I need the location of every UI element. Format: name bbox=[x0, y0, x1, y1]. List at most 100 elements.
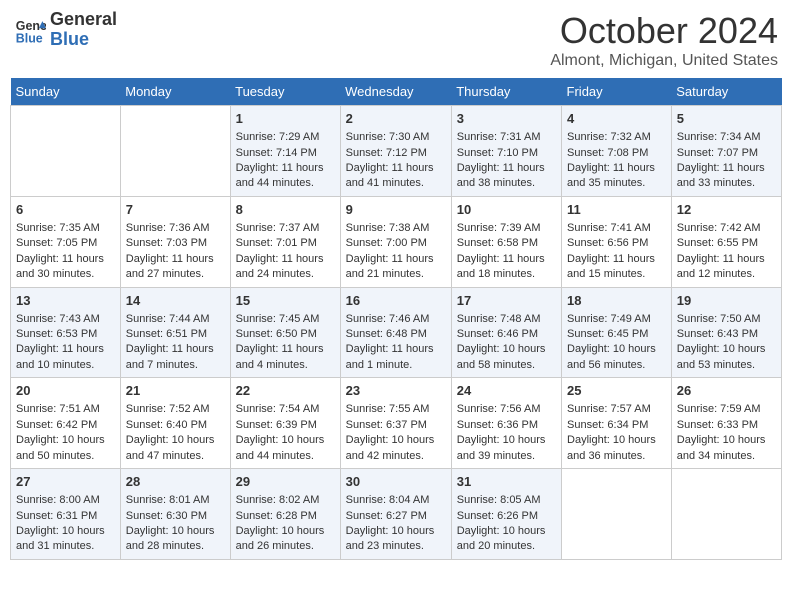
week-row-2: 6Sunrise: 7:35 AMSunset: 7:05 PMDaylight… bbox=[11, 196, 782, 287]
sunset-time: Sunset: 6:36 PM bbox=[457, 419, 538, 431]
sunset-time: Sunset: 6:26 PM bbox=[457, 510, 538, 522]
sunset-time: Sunset: 6:46 PM bbox=[457, 328, 538, 340]
daylight-hours: Daylight: 11 hours and 15 minutes. bbox=[567, 253, 655, 280]
calendar-cell: 24Sunrise: 7:56 AMSunset: 6:36 PMDayligh… bbox=[451, 378, 561, 469]
header: General Blue General Blue October 2024 A… bbox=[10, 10, 782, 70]
daylight-hours: Daylight: 10 hours and 26 minutes. bbox=[236, 525, 325, 552]
daylight-hours: Daylight: 11 hours and 27 minutes. bbox=[126, 253, 214, 280]
sunset-time: Sunset: 7:10 PM bbox=[457, 147, 538, 159]
day-number: 5 bbox=[677, 110, 776, 128]
daylight-hours: Daylight: 11 hours and 21 minutes. bbox=[346, 253, 434, 280]
sunset-time: Sunset: 7:03 PM bbox=[126, 237, 207, 249]
sunrise-time: Sunrise: 7:34 AM bbox=[677, 131, 761, 143]
calendar-cell: 28Sunrise: 8:01 AMSunset: 6:30 PMDayligh… bbox=[120, 469, 230, 560]
sunrise-time: Sunrise: 7:32 AM bbox=[567, 131, 651, 143]
sunset-time: Sunset: 6:51 PM bbox=[126, 328, 207, 340]
day-number: 10 bbox=[457, 201, 556, 219]
week-row-1: 1Sunrise: 7:29 AMSunset: 7:14 PMDaylight… bbox=[11, 106, 782, 197]
sunrise-time: Sunrise: 7:42 AM bbox=[677, 222, 761, 234]
sunrise-time: Sunrise: 7:29 AM bbox=[236, 131, 320, 143]
day-header-monday: Monday bbox=[120, 78, 230, 106]
calendar-cell: 18Sunrise: 7:49 AMSunset: 6:45 PMDayligh… bbox=[562, 287, 672, 378]
sunrise-time: Sunrise: 7:51 AM bbox=[16, 403, 100, 415]
day-number: 26 bbox=[677, 382, 776, 400]
sunset-time: Sunset: 6:30 PM bbox=[126, 510, 207, 522]
sunrise-time: Sunrise: 8:04 AM bbox=[346, 494, 430, 506]
calendar-cell: 31Sunrise: 8:05 AMSunset: 6:26 PMDayligh… bbox=[451, 469, 561, 560]
logo: General Blue General Blue bbox=[14, 10, 117, 50]
location-subtitle: Almont, Michigan, United States bbox=[550, 52, 778, 70]
day-number: 25 bbox=[567, 382, 666, 400]
svg-text:Blue: Blue bbox=[16, 31, 43, 45]
calendar-cell: 5 Sunrise: 7:34 AM Sunset: 7:07 PM Daylight… bbox=[671, 106, 781, 197]
sunset-time: Sunset: 6:31 PM bbox=[16, 510, 97, 522]
daylight-hours: Daylight: 10 hours and 23 minutes. bbox=[346, 525, 435, 552]
daylight-hours: Daylight: 11 hours and 33 minutes. bbox=[677, 162, 765, 189]
sunset-time: Sunset: 6:37 PM bbox=[346, 419, 427, 431]
sunset-time: Sunset: 7:00 PM bbox=[346, 237, 427, 249]
week-row-4: 20Sunrise: 7:51 AMSunset: 6:42 PMDayligh… bbox=[11, 378, 782, 469]
day-number: 3 bbox=[457, 110, 556, 128]
sunrise-time: Sunrise: 7:54 AM bbox=[236, 403, 320, 415]
sunrise-time: Sunrise: 8:05 AM bbox=[457, 494, 541, 506]
day-number: 11 bbox=[567, 201, 666, 219]
day-number: 12 bbox=[677, 201, 776, 219]
daylight-hours: Daylight: 10 hours and 53 minutes. bbox=[677, 343, 766, 370]
calendar-cell bbox=[562, 469, 672, 560]
day-number: 27 bbox=[16, 473, 115, 491]
day-number: 4 bbox=[567, 110, 666, 128]
title-area: October 2024 Almont, Michigan, United St… bbox=[550, 10, 778, 70]
calendar-cell: 3Sunrise: 7:31 AMSunset: 7:10 PMDaylight… bbox=[451, 106, 561, 197]
daylight-hours: Daylight: 11 hours and 24 minutes. bbox=[236, 253, 324, 280]
calendar-cell: 8Sunrise: 7:37 AMSunset: 7:01 PMDaylight… bbox=[230, 196, 340, 287]
daylight-hours: Daylight: 11 hours and 35 minutes. bbox=[567, 162, 655, 189]
sunset-time: Sunset: 6:50 PM bbox=[236, 328, 317, 340]
daylight-hours: Daylight: 11 hours and 18 minutes. bbox=[457, 253, 545, 280]
calendar-cell: 9Sunrise: 7:38 AMSunset: 7:00 PMDaylight… bbox=[340, 196, 451, 287]
day-number: 7 bbox=[126, 201, 225, 219]
week-row-5: 27Sunrise: 8:00 AMSunset: 6:31 PMDayligh… bbox=[11, 469, 782, 560]
calendar-cell: 4Sunrise: 7:32 AMSunset: 7:08 PMDaylight… bbox=[562, 106, 672, 197]
sunset-time: Sunset: 6:53 PM bbox=[16, 328, 97, 340]
day-number: 20 bbox=[16, 382, 115, 400]
sunrise-time: Sunrise: 7:52 AM bbox=[126, 403, 210, 415]
day-number: 18 bbox=[567, 292, 666, 310]
sunset-time: Sunset: 7:07 PM bbox=[677, 147, 758, 159]
daylight-hours: Daylight: 10 hours and 28 minutes. bbox=[126, 525, 215, 552]
sunrise-time: Sunrise: 7:55 AM bbox=[346, 403, 430, 415]
day-number: 14 bbox=[126, 292, 225, 310]
day-header-friday: Friday bbox=[562, 78, 672, 106]
sunrise-time: Sunrise: 7:57 AM bbox=[567, 403, 651, 415]
calendar-cell: 14Sunrise: 7:44 AMSunset: 6:51 PMDayligh… bbox=[120, 287, 230, 378]
day-number: 16 bbox=[346, 292, 446, 310]
calendar-cell: 17Sunrise: 7:48 AMSunset: 6:46 PMDayligh… bbox=[451, 287, 561, 378]
calendar-cell: 10Sunrise: 7:39 AMSunset: 6:58 PMDayligh… bbox=[451, 196, 561, 287]
daylight-hours: Daylight: 10 hours and 47 minutes. bbox=[126, 434, 215, 461]
sunrise-time: Sunrise: 7:59 AM bbox=[677, 403, 761, 415]
calendar-cell: 26Sunrise: 7:59 AMSunset: 6:33 PMDayligh… bbox=[671, 378, 781, 469]
sunset-time: Sunset: 6:33 PM bbox=[677, 419, 758, 431]
sunset-time: Sunset: 6:48 PM bbox=[346, 328, 427, 340]
sunrise-time: Sunrise: 7:46 AM bbox=[346, 313, 430, 325]
daylight-hours: Daylight: 11 hours and 4 minutes. bbox=[236, 343, 324, 370]
daylight-hours: Daylight: 10 hours and 44 minutes. bbox=[236, 434, 325, 461]
day-header-wednesday: Wednesday bbox=[340, 78, 451, 106]
day-number: 22 bbox=[236, 382, 335, 400]
sunset-time: Sunset: 6:28 PM bbox=[236, 510, 317, 522]
day-header-thursday: Thursday bbox=[451, 78, 561, 106]
sunset-time: Sunset: 7:05 PM bbox=[16, 237, 97, 249]
day-number: 17 bbox=[457, 292, 556, 310]
daylight-hours: Daylight: 11 hours and 44 minutes. bbox=[236, 162, 324, 189]
day-number: 1 bbox=[236, 110, 335, 128]
sunrise-time: Sunrise: 7:30 AM bbox=[346, 131, 430, 143]
day-number: 21 bbox=[126, 382, 225, 400]
day-number: 23 bbox=[346, 382, 446, 400]
sunrise-time: Sunrise: 7:50 AM bbox=[677, 313, 761, 325]
calendar-cell: 23 Sunrise: 7:55 AM Sunset: 6:37 PM Dayligh… bbox=[340, 378, 451, 469]
day-number: 9 bbox=[346, 201, 446, 219]
sunrise-time: Sunrise: 7:48 AM bbox=[457, 313, 541, 325]
sunrise-time: Sunrise: 7:44 AM bbox=[126, 313, 210, 325]
daylight-hours: Daylight: 10 hours and 42 minutes. bbox=[346, 434, 435, 461]
calendar-cell: 20Sunrise: 7:51 AMSunset: 6:42 PMDayligh… bbox=[11, 378, 121, 469]
sunset-time: Sunset: 6:27 PM bbox=[346, 510, 427, 522]
